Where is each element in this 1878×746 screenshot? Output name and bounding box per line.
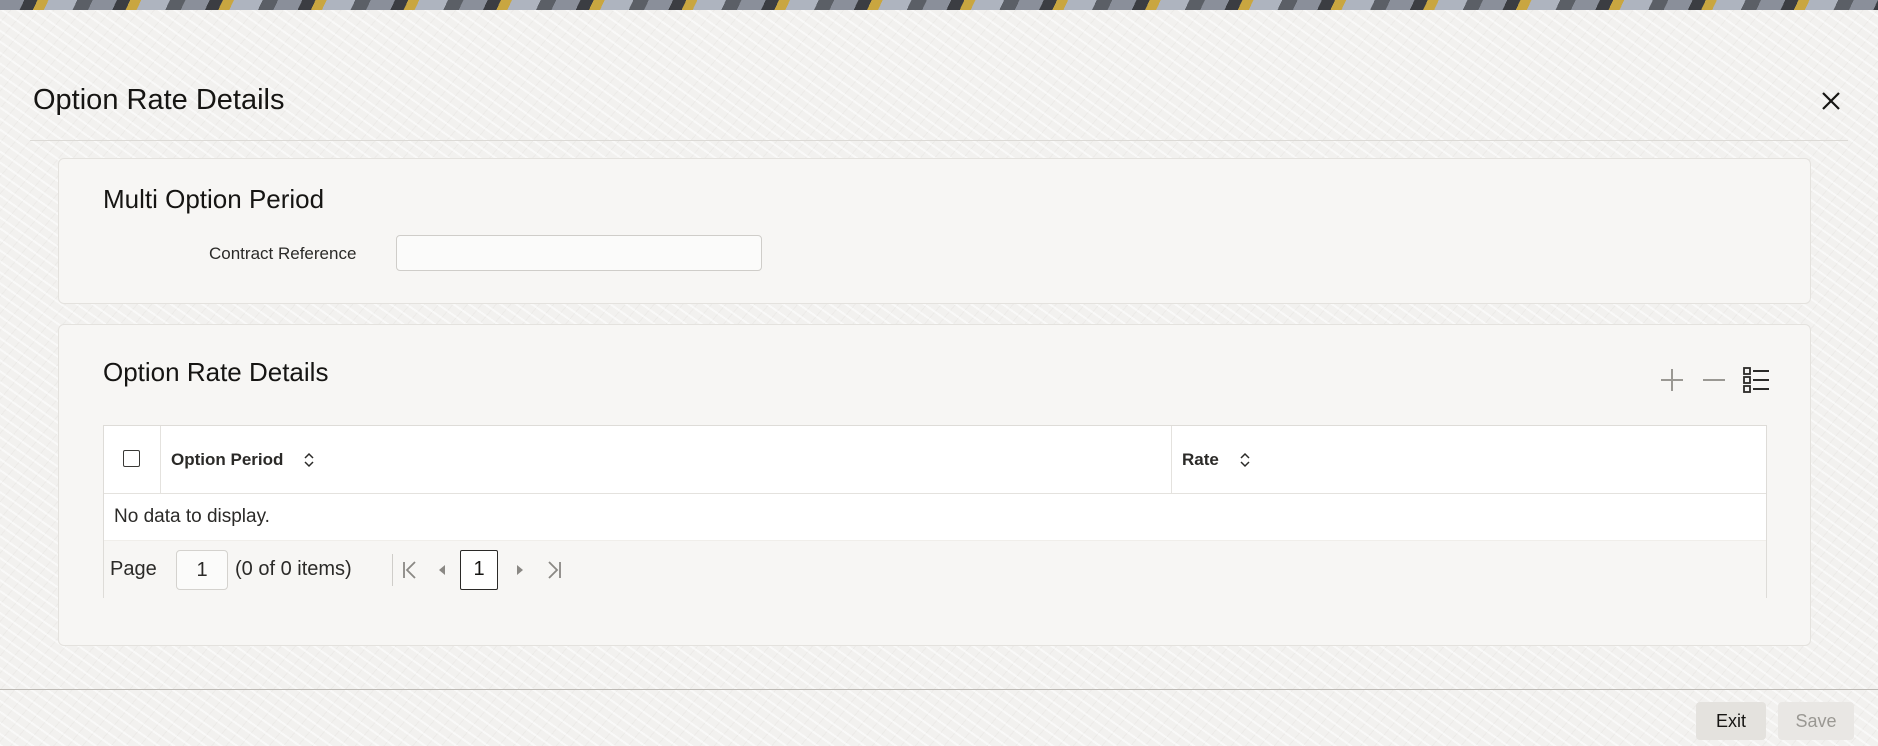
sort-icon	[303, 451, 315, 469]
previous-page-button[interactable]	[430, 557, 454, 583]
current-page-button[interactable]: 1	[460, 550, 498, 590]
close-button[interactable]	[1816, 86, 1846, 116]
next-page-button[interactable]	[508, 557, 532, 583]
select-all-checkbox[interactable]	[123, 450, 140, 467]
contract-reference-input[interactable]	[396, 235, 762, 271]
empty-table-message: No data to display.	[114, 506, 270, 527]
option-rate-table: Option Period Rate No data to display. P…	[103, 425, 1767, 599]
close-icon	[1822, 92, 1840, 110]
pager-divider	[392, 554, 393, 586]
page-title: Option Rate Details	[33, 84, 285, 116]
multi-option-period-panel: Multi Option Period Contract Reference	[58, 158, 1811, 304]
title-divider	[30, 140, 1848, 141]
plus-icon	[1661, 369, 1683, 391]
single-record-view-button[interactable]	[1740, 363, 1772, 397]
table-header: Option Period Rate	[104, 426, 1766, 494]
items-summary: (0 of 0 items)	[235, 558, 352, 580]
exit-button[interactable]: Exit	[1696, 702, 1766, 740]
pagination-bar: Page 1 (0 of 0 items) 1	[104, 540, 1766, 599]
column-label-rate: Rate	[1182, 449, 1219, 469]
multi-option-period-title: Multi Option Period	[103, 184, 325, 214]
first-page-icon	[403, 561, 416, 579]
page-number-input[interactable]: 1	[176, 550, 228, 590]
column-label-option-period: Option Period	[171, 449, 284, 469]
column-header-rate[interactable]: Rate	[1171, 426, 1766, 493]
previous-page-icon	[439, 565, 445, 575]
select-all-cell	[104, 426, 161, 493]
delete-row-button[interactable]	[1698, 363, 1730, 397]
option-rate-details-panel: Option Rate Details Option Period Rate N…	[58, 324, 1811, 646]
page-label: Page	[110, 558, 157, 580]
list-view-icon	[1743, 367, 1769, 393]
add-row-button[interactable]	[1656, 363, 1688, 397]
first-page-button[interactable]	[398, 557, 422, 583]
last-page-icon	[548, 561, 561, 579]
contract-reference-label: Contract Reference	[209, 244, 357, 263]
next-page-icon	[517, 565, 523, 575]
last-page-button[interactable]	[542, 557, 566, 583]
grid-toolbar	[1656, 363, 1772, 397]
option-rate-details-title: Option Rate Details	[103, 357, 329, 387]
footer-divider	[0, 689, 1878, 690]
sort-icon	[1239, 451, 1251, 469]
minus-icon	[1703, 379, 1725, 381]
save-button[interactable]: Save	[1778, 702, 1854, 740]
top-banner	[0, 0, 1878, 10]
column-header-option-period[interactable]: Option Period	[160, 426, 1172, 493]
